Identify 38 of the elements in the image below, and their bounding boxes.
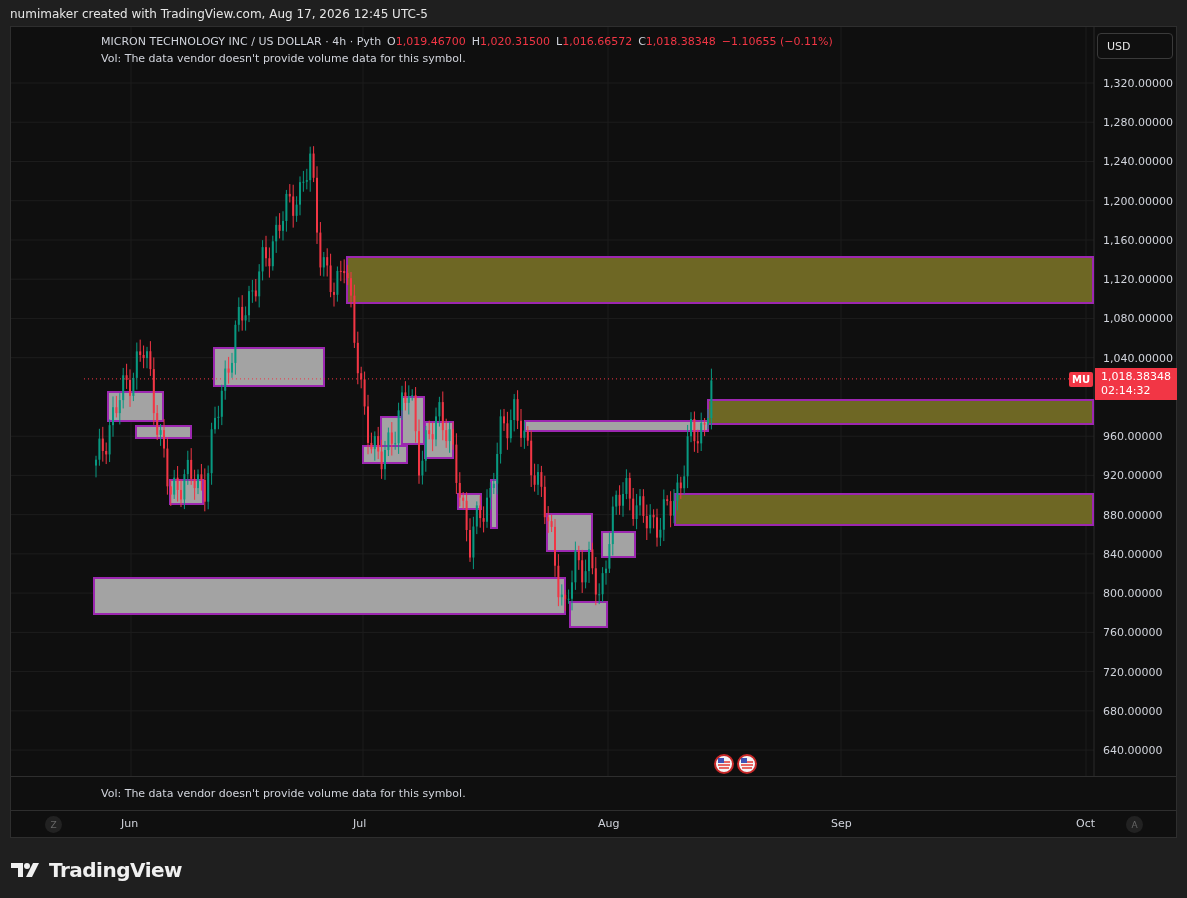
price-tick-label: 960.00000 <box>1103 430 1163 444</box>
price-tick-label: 680.00000 <box>1103 704 1163 718</box>
time-label: Jul <box>353 817 367 830</box>
last-price: 1,018.38348 <box>1101 370 1172 384</box>
price-tick-label: 1,240.00000 <box>1103 155 1173 169</box>
currency-button[interactable]: USD <box>1097 33 1173 59</box>
symbol-tag: MU <box>1069 372 1094 387</box>
time-label: Sep <box>831 817 852 830</box>
price-tick-label: 920.00000 <box>1103 469 1163 483</box>
price-tick-label: 1,320.00000 <box>1103 77 1173 90</box>
time-label: Oct <box>1076 817 1096 830</box>
price-tick-label: 880.00000 <box>1103 508 1163 522</box>
ohlc-value: H1,020.31500 <box>471 35 551 48</box>
price-tick-label: 640.00000 <box>1103 744 1163 758</box>
price-tick-label: 1,080.00000 <box>1103 312 1173 326</box>
attribution-text: numimaker created with TradingView.com, Aug 17, 2026 12:45 UTC-5 <box>9 6 429 23</box>
volume-note: Vol: The data vendor doesn't provide volume data for this symbol. <box>101 787 466 800</box>
logo-text: TradingView <box>49 858 183 882</box>
price-tick-label: 1,040.00000 <box>1103 351 1173 365</box>
time-label: Aug <box>598 817 620 830</box>
ohlc-value: O1,019.46700 <box>387 35 466 48</box>
price-tick-label: 800.00000 <box>1103 587 1163 601</box>
auto-scale-button[interactable]: A <box>1126 816 1143 833</box>
price-tick-label: 1,280.00000 <box>1103 116 1173 130</box>
ohlc-value: L1,016.66572 <box>556 35 633 48</box>
volume-note: Vol: The data vendor doesn't provide volume data for this symbol. <box>101 52 467 65</box>
ohlc-value: C1,018.38348 <box>638 35 716 48</box>
price-tick-label: 720.00000 <box>1103 665 1163 679</box>
zoom-button[interactable]: Z <box>45 816 62 833</box>
symbol-title: MICRON TECHNOLOGY INC / US DOLLAR · 4h · Pyth <box>101 35 382 48</box>
price-tick-label: 760.00000 <box>1103 626 1163 640</box>
time-label: Jun <box>121 817 139 830</box>
price-tick-label: 1,160.00000 <box>1103 233 1173 247</box>
price-tick-label: 1,200.00000 <box>1103 194 1173 208</box>
price-tick-label: 1,120.00000 <box>1103 273 1173 287</box>
price-change: −1.10655 (−0.11%) <box>721 35 833 48</box>
bar-countdown: 02:14:32 <box>1101 384 1152 398</box>
price-tick-label: 840.00000 <box>1103 547 1163 561</box>
